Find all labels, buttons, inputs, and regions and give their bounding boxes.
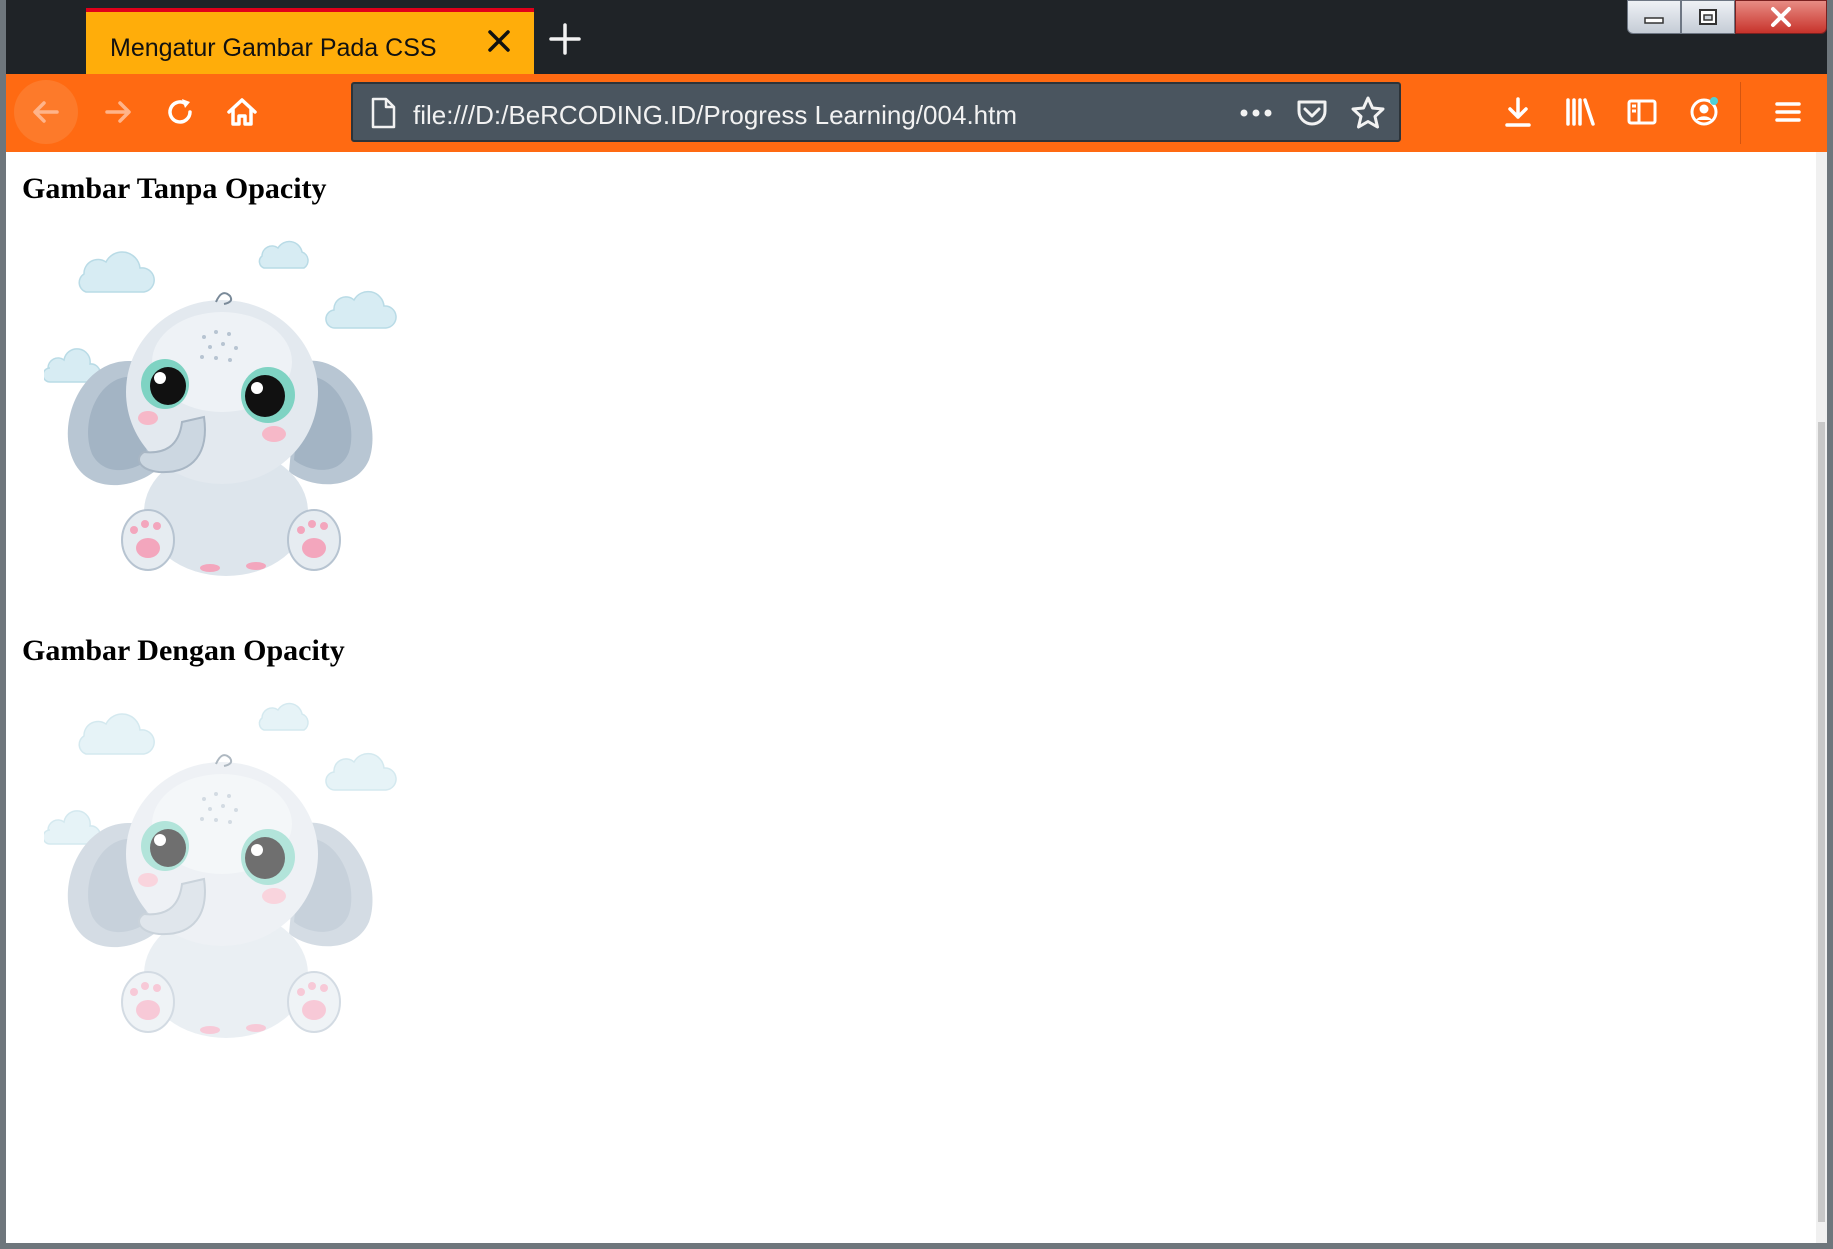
maximize-icon — [1699, 9, 1717, 25]
close-window-button[interactable] — [1735, 0, 1827, 34]
home-button[interactable] — [220, 90, 264, 134]
elephant-image — [44, 240, 397, 576]
tab-active[interactable]: Mengatur Gambar Pada CSS — [86, 8, 534, 74]
sidebar-icon — [1627, 99, 1657, 125]
library-button[interactable] — [1558, 90, 1602, 134]
back-icon — [33, 101, 59, 123]
page-icon — [371, 97, 396, 129]
menu-icon — [1775, 102, 1801, 122]
bookmark-button[interactable] — [1349, 94, 1387, 132]
minimize-button[interactable] — [1627, 0, 1681, 34]
pocket-button[interactable] — [1293, 94, 1331, 132]
page-content: Gambar Tanpa Opacity Gambar Dengan Opaci… — [6, 152, 1816, 1243]
account-button[interactable] — [1682, 90, 1726, 134]
forward-icon — [105, 101, 131, 123]
tab-title: Mengatur Gambar Pada CSS — [110, 34, 437, 62]
page-actions-button[interactable] — [1237, 94, 1275, 132]
library-icon — [1566, 98, 1595, 126]
minimize-icon — [1644, 17, 1664, 24]
close-icon — [1771, 7, 1791, 27]
menu-button[interactable] — [1766, 90, 1810, 134]
forward-button[interactable] — [96, 90, 140, 134]
url-bar[interactable]: file:///D:/BeRCODING.ID/Progress Learnin… — [351, 82, 1401, 142]
reload-button[interactable] — [158, 90, 202, 134]
window-controls — [1627, 0, 1827, 36]
sidebar-button[interactable] — [1620, 90, 1664, 134]
home-icon — [227, 98, 257, 126]
scrollbar-thumb[interactable] — [1818, 422, 1825, 1222]
downloads-button[interactable] — [1496, 90, 1540, 134]
url-actions — [1237, 94, 1387, 132]
url-text[interactable]: file:///D:/BeRCODING.ID/Progress Learnin… — [413, 100, 1017, 131]
elephant-image-faded — [44, 702, 397, 1038]
account-icon — [1690, 97, 1718, 126]
reload-icon — [168, 99, 192, 124]
toolbar-separator — [1740, 82, 1741, 144]
new-tab-icon[interactable] — [548, 22, 582, 56]
back-button[interactable] — [14, 80, 78, 144]
heading-without-opacity: Gambar Tanpa Opacity — [22, 172, 327, 205]
more-icon — [1240, 109, 1272, 117]
heading-with-opacity: Gambar Dengan Opacity — [22, 634, 345, 667]
vertical-scrollbar[interactable] — [1816, 152, 1827, 1243]
bookmark-star-icon — [1351, 96, 1385, 129]
maximize-button[interactable] — [1681, 0, 1735, 34]
browser-window: Mengatur Gambar Pada CSS file:///D:/BeRC… — [6, 0, 1827, 1243]
tab-close-icon[interactable] — [484, 26, 514, 56]
pocket-icon — [1297, 100, 1327, 126]
download-icon — [1505, 97, 1531, 127]
tab-bar: Mengatur Gambar Pada CSS — [6, 0, 1827, 74]
nav-toolbar: file:///D:/BeRCODING.ID/Progress Learnin… — [6, 74, 1827, 152]
